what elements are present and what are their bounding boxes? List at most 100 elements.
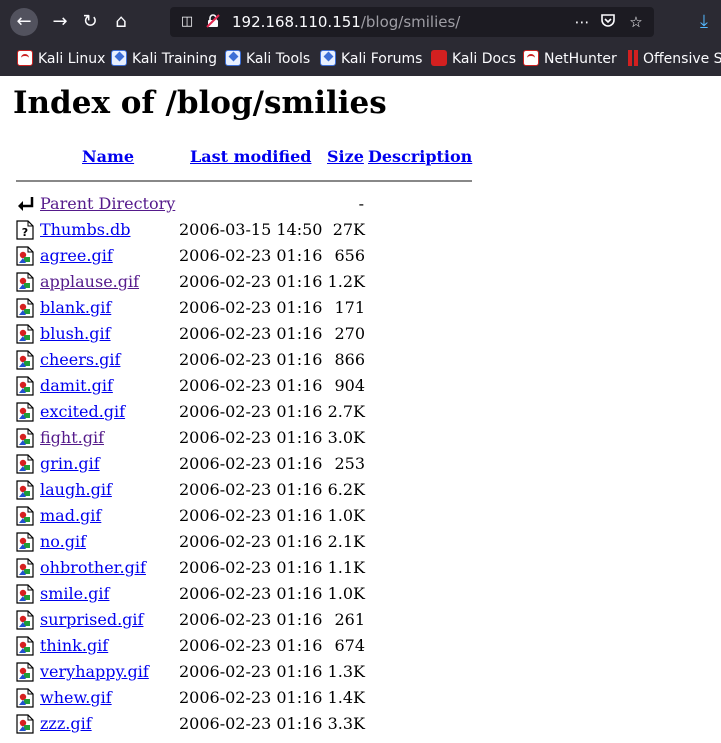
file-size: 1.0K — [327, 506, 365, 525]
file-link[interactable]: no.gif — [40, 532, 86, 551]
bookmark-nethunter[interactable]: NetHunter — [523, 44, 617, 76]
file-size: 1.3K — [327, 662, 365, 681]
file-row: think.gif 2006-02-23 01:16 674 — [0, 634, 480, 660]
download-icon[interactable]: ⤓ — [692, 10, 716, 34]
reload-button[interactable]: ↻ — [76, 8, 104, 36]
file-size: 866 — [334, 350, 365, 369]
file-link[interactable]: agree.gif — [40, 246, 113, 265]
file-link[interactable]: grin.gif — [40, 454, 100, 473]
image-file-icon — [16, 558, 34, 578]
column-header-last-modified[interactable]: Last modified — [190, 147, 311, 166]
home-button[interactable]: ⌂ — [107, 8, 135, 36]
file-row: grin.gif 2006-02-23 01:16 253 — [0, 452, 480, 478]
nethunter-icon — [523, 50, 539, 66]
file-last-modified: 2006-02-23 01:16 — [179, 532, 323, 551]
arrow-right-icon: → — [52, 11, 68, 32]
file-last-modified: 2006-02-23 01:16 — [179, 454, 323, 473]
file-size: 6.2K — [327, 480, 365, 499]
image-file-icon — [16, 480, 34, 500]
file-last-modified: 2006-02-23 01:16 — [179, 376, 323, 395]
column-header-name[interactable]: Name — [82, 147, 134, 166]
bookmark-kali-tools[interactable]: Kali Tools — [225, 44, 310, 76]
file-row: applause.gif 2006-02-23 01:16 1.2K — [0, 270, 480, 296]
file-last-modified: 2006-02-23 01:16 — [179, 246, 323, 265]
file-link[interactable]: blank.gif — [40, 298, 111, 317]
ellipsis-icon[interactable]: ⋯ — [572, 12, 592, 32]
file-link[interactable]: whew.gif — [40, 688, 112, 707]
file-link[interactable]: excited.gif — [40, 402, 125, 421]
file-last-modified: 2006-02-23 01:16 — [179, 298, 323, 317]
file-last-modified: 2006-02-23 01:16 — [179, 662, 323, 681]
file-size: 3.3K — [327, 714, 365, 733]
file-link[interactable]: applause.gif — [40, 272, 139, 291]
image-file-icon — [16, 324, 34, 344]
parent-directory-link[interactable]: Parent Directory — [40, 194, 175, 213]
file-last-modified: 2006-02-23 01:16 — [179, 610, 323, 629]
page-content: Index of /blog/smilies Name Last modifie… — [0, 76, 721, 743]
file-row: zzz.gif 2006-02-23 01:16 3.3K — [0, 712, 480, 738]
lock-slash-svg — [206, 14, 220, 28]
file-link[interactable]: cheers.gif — [40, 350, 120, 369]
pocket-icon[interactable] — [598, 12, 618, 32]
image-file-icon — [16, 636, 34, 656]
parent-directory-row: Parent Directory - — [0, 192, 480, 218]
column-header-description[interactable]: Description — [368, 147, 472, 166]
file-link[interactable]: damit.gif — [40, 376, 113, 395]
file-last-modified: 2006-02-23 01:16 — [179, 636, 323, 655]
shield-icon[interactable]: ◫ — [178, 13, 196, 31]
arrow-left-icon: ← — [16, 11, 32, 32]
file-size: 904 — [334, 376, 365, 395]
file-last-modified: 2006-02-23 01:16 — [179, 506, 323, 525]
file-size: 674 — [334, 636, 365, 655]
bookmark-offensive-security[interactable]: Offensive Security — [628, 44, 721, 76]
file-link[interactable]: think.gif — [40, 636, 108, 655]
image-file-icon — [16, 532, 34, 552]
file-last-modified: 2006-02-23 01:16 — [179, 428, 323, 447]
file-row: blank.gif 2006-02-23 01:16 171 — [0, 296, 480, 322]
image-file-icon — [16, 584, 34, 604]
file-link[interactable]: ohbrother.gif — [40, 558, 146, 577]
file-last-modified: 2006-02-23 01:16 — [179, 402, 323, 421]
star-icon[interactable]: ☆ — [626, 12, 646, 32]
bookmark-kali-forums[interactable]: Kali Forums — [320, 44, 422, 76]
bookmark-kali-training[interactable]: Kali Training — [111, 44, 217, 76]
bookmark-kali-linux[interactable]: Kali Linux — [17, 44, 105, 76]
file-link[interactable]: smile.gif — [40, 584, 109, 603]
file-last-modified: 2006-02-23 01:16 — [179, 714, 323, 733]
bookmark-label: Kali Training — [132, 51, 217, 67]
bookmark-label: Kali Docs — [452, 51, 517, 67]
bookmark-kali-docs[interactable]: Kali Docs — [431, 44, 516, 76]
url-host: 192.168.110.151 — [232, 13, 361, 31]
file-row: surprised.gif 2006-02-23 01:16 261 — [0, 608, 480, 634]
file-row: cheers.gif 2006-02-23 01:16 866 — [0, 348, 480, 374]
file-link[interactable]: mad.gif — [40, 506, 101, 525]
image-file-icon — [16, 350, 34, 370]
file-row: fight.gif 2006-02-23 01:16 3.0K — [0, 426, 480, 452]
file-row: damit.gif 2006-02-23 01:16 904 — [0, 374, 480, 400]
file-last-modified: 2006-03-15 14:50 — [179, 220, 323, 239]
pocket-svg — [601, 14, 615, 27]
file-row: whew.gif 2006-02-23 01:16 1.4K — [0, 686, 480, 712]
file-link[interactable]: fight.gif — [40, 428, 104, 447]
insecure-lock-icon[interactable] — [204, 13, 222, 31]
file-link[interactable]: surprised.gif — [40, 610, 143, 629]
url-bar[interactable]: ◫ 192.168.110.151/blog/smilies/ ⋯ ☆ — [170, 7, 654, 37]
file-link[interactable]: laugh.gif — [40, 480, 112, 499]
file-link[interactable]: Thumbs.db — [40, 220, 130, 239]
image-file-icon — [16, 506, 34, 526]
forward-button[interactable]: → — [46, 8, 74, 36]
file-size: 261 — [334, 610, 365, 629]
bookmark-label: Kali Linux — [38, 51, 106, 67]
file-size: 3.0K — [327, 428, 365, 447]
kali-docs-icon — [431, 50, 447, 66]
column-header-size[interactable]: Size — [327, 147, 364, 166]
file-link[interactable]: zzz.gif — [40, 714, 92, 733]
file-size: 1.2K — [327, 272, 365, 291]
file-link[interactable]: veryhappy.gif — [40, 662, 149, 681]
url-text[interactable]: 192.168.110.151/blog/smilies/ — [232, 7, 460, 37]
file-last-modified: 2006-02-23 01:16 — [179, 558, 323, 577]
image-file-icon — [16, 246, 34, 266]
file-link[interactable]: blush.gif — [40, 324, 111, 343]
back-button[interactable]: ← — [10, 8, 38, 36]
file-last-modified: 2006-02-23 01:16 — [179, 584, 323, 603]
